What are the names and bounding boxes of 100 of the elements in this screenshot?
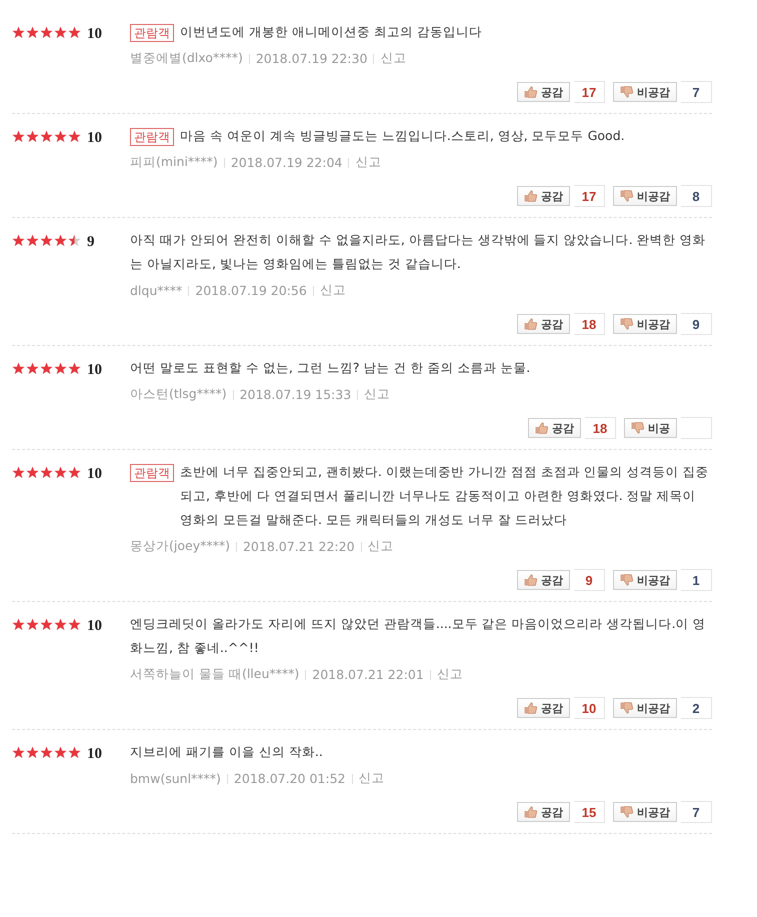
date: 2018.07.19 20:56 bbox=[195, 283, 307, 298]
thumbs-up-icon bbox=[524, 702, 537, 714]
like-button[interactable]: 공감 bbox=[517, 698, 570, 718]
star-icon bbox=[68, 618, 81, 631]
star-icon bbox=[54, 362, 67, 375]
star-icon bbox=[12, 130, 25, 143]
star-icon bbox=[40, 234, 53, 247]
score: 10 bbox=[87, 466, 102, 482]
star-icon bbox=[54, 130, 67, 143]
thumbs-down-icon bbox=[620, 702, 633, 714]
star-icon bbox=[68, 746, 81, 759]
star-icon bbox=[26, 746, 39, 759]
review-text: 엔딩크레딧이 올라가도 자리에 뜨지 않았던 관람객들....모두 같은 마음이었으리라 생각됩니다.이 영화느낌, 참 좋네..^^!! bbox=[130, 615, 707, 657]
score: 10 bbox=[87, 130, 102, 146]
review-text: 지브리에 패기를 이을 신의 작화.. bbox=[130, 743, 324, 761]
thumbs-down-icon bbox=[620, 86, 633, 98]
star-icon bbox=[26, 466, 39, 479]
review-text: 어떤 말로도 표현할 수 없는, 그런 느낌? 남는 건 한 줌의 소름과 눈물. bbox=[130, 359, 532, 377]
like-count: 18 bbox=[574, 313, 605, 335]
star-icon bbox=[54, 466, 67, 479]
dislike-count: 7 bbox=[681, 801, 712, 823]
dislike-count: 8 bbox=[681, 185, 712, 207]
star-icon bbox=[68, 130, 81, 143]
star-icon bbox=[26, 618, 39, 631]
dislike-button[interactable]: 비공감 bbox=[613, 570, 677, 590]
thumbs-up-icon bbox=[524, 574, 537, 586]
star-icon bbox=[12, 26, 25, 39]
like-button[interactable]: 공감 bbox=[517, 82, 570, 102]
like-count: 17 bbox=[574, 185, 605, 207]
thumbs-up-icon bbox=[524, 318, 537, 330]
viewer-badge: 관람객 bbox=[130, 128, 174, 146]
author: 피피(mini****) bbox=[130, 154, 218, 171]
review-text: 마음 속 여운이 계속 빙글빙글도는 느낌입니다.스토리, 영상, 모두모두 Good. bbox=[180, 127, 626, 145]
star-icon bbox=[54, 234, 67, 247]
like-button[interactable]: 공감 bbox=[528, 418, 581, 438]
score: 10 bbox=[87, 26, 102, 42]
star-icon bbox=[40, 618, 53, 631]
like-button[interactable]: 공감 bbox=[517, 802, 570, 822]
viewer-badge: 관람객 bbox=[130, 464, 174, 482]
star-icon bbox=[68, 234, 81, 247]
count-box bbox=[681, 417, 712, 439]
dislike-button[interactable]: 비공감 bbox=[613, 698, 677, 718]
star-icon bbox=[40, 362, 53, 375]
date: 2018.07.19 22:04 bbox=[230, 155, 342, 170]
score: 9 bbox=[87, 234, 94, 250]
review-text: 아직 때가 안되어 완전히 이해할 수 없을지라도, 아름답다는 생각밖에 들지 않았습니다. 완벽한 영화는 아닐지라도, 빛나는 영화임에는 틀림없는 것 같습니다. bbox=[130, 231, 707, 273]
star-icon bbox=[12, 466, 25, 479]
thumbs-down-icon bbox=[631, 422, 644, 434]
like-count: 17 bbox=[574, 81, 605, 103]
star-icon bbox=[40, 130, 53, 143]
star-icon bbox=[12, 618, 25, 631]
star-icon bbox=[54, 618, 67, 631]
thumbs-down-icon bbox=[620, 318, 633, 330]
like-count: 9 bbox=[574, 569, 605, 591]
like-button[interactable]: 공감 bbox=[517, 314, 570, 334]
dislike-count: 7 bbox=[681, 81, 712, 103]
review-text: 초반에 너무 집중안되고, 괜히봤다. 이랬는데중반 가니깐 점점 초점과 인물의 성격등이 집중되고, 후반에 다 연결되면서 풀리니깐 너무나도 감동적이고 아련한 영화였다. 정말 제목이 영화의 모든걸 말해준다. 모든 캐릭터들의 개성도 너무 잘 드러났다 bbox=[180, 463, 710, 529]
thumbs-down-icon bbox=[620, 190, 633, 202]
star-icon bbox=[12, 234, 25, 247]
date: 2018.07.21 22:20 bbox=[242, 539, 355, 554]
date: 2018.07.20 01:52 bbox=[234, 771, 346, 786]
author: dlqu**** bbox=[130, 283, 182, 298]
score: 10 bbox=[87, 362, 102, 378]
thumbs-up-icon bbox=[524, 190, 537, 202]
star-icon bbox=[54, 26, 67, 39]
star-icon bbox=[68, 466, 81, 479]
star-icon bbox=[40, 746, 53, 759]
date: 2018.07.19 15:33 bbox=[240, 387, 352, 402]
dislike-count: 2 bbox=[681, 697, 712, 719]
review-text: 이번년도에 개봉한 애니메이션중 최고의 감동입니다 bbox=[180, 23, 483, 41]
viewer-badge: 관람객 bbox=[130, 24, 174, 42]
like-button[interactable]: 공감 bbox=[517, 186, 570, 206]
dislike-button[interactable]: 비공감 bbox=[613, 314, 677, 334]
star-icon bbox=[26, 362, 39, 375]
dislike-button[interactable]: 비공 bbox=[624, 418, 677, 438]
dislike-count: 1 bbox=[681, 569, 712, 591]
star-icon bbox=[40, 26, 53, 39]
author: 별중에별(dlxo****) bbox=[130, 50, 243, 67]
dislike-count: 9 bbox=[681, 313, 712, 335]
like-count: 10 bbox=[574, 697, 605, 719]
star-icon bbox=[12, 746, 25, 759]
author: 몽상가(joey****) bbox=[130, 538, 230, 555]
dislike-button[interactable]: 비공감 bbox=[613, 82, 677, 102]
thumbs-up-icon bbox=[524, 86, 537, 98]
star-icon bbox=[12, 362, 25, 375]
score: 10 bbox=[87, 746, 102, 762]
dislike-button[interactable]: 비공감 bbox=[613, 802, 677, 822]
star-icon bbox=[26, 234, 39, 247]
star-icon bbox=[68, 26, 81, 39]
dislike-button[interactable]: 비공감 bbox=[613, 186, 677, 206]
date: 2018.07.19 22:30 bbox=[256, 51, 368, 66]
score: 10 bbox=[87, 618, 102, 634]
star-icon bbox=[40, 466, 53, 479]
author: 서쪽하늘이 물들 때(lleu****) bbox=[130, 666, 300, 683]
star-icon bbox=[68, 362, 81, 375]
like-button[interactable]: 공감 bbox=[517, 570, 570, 590]
star-icon bbox=[26, 26, 39, 39]
author: 아스턴(tlsg****) bbox=[130, 386, 227, 403]
like-count: 18 bbox=[585, 417, 616, 439]
star-icon bbox=[26, 130, 39, 143]
